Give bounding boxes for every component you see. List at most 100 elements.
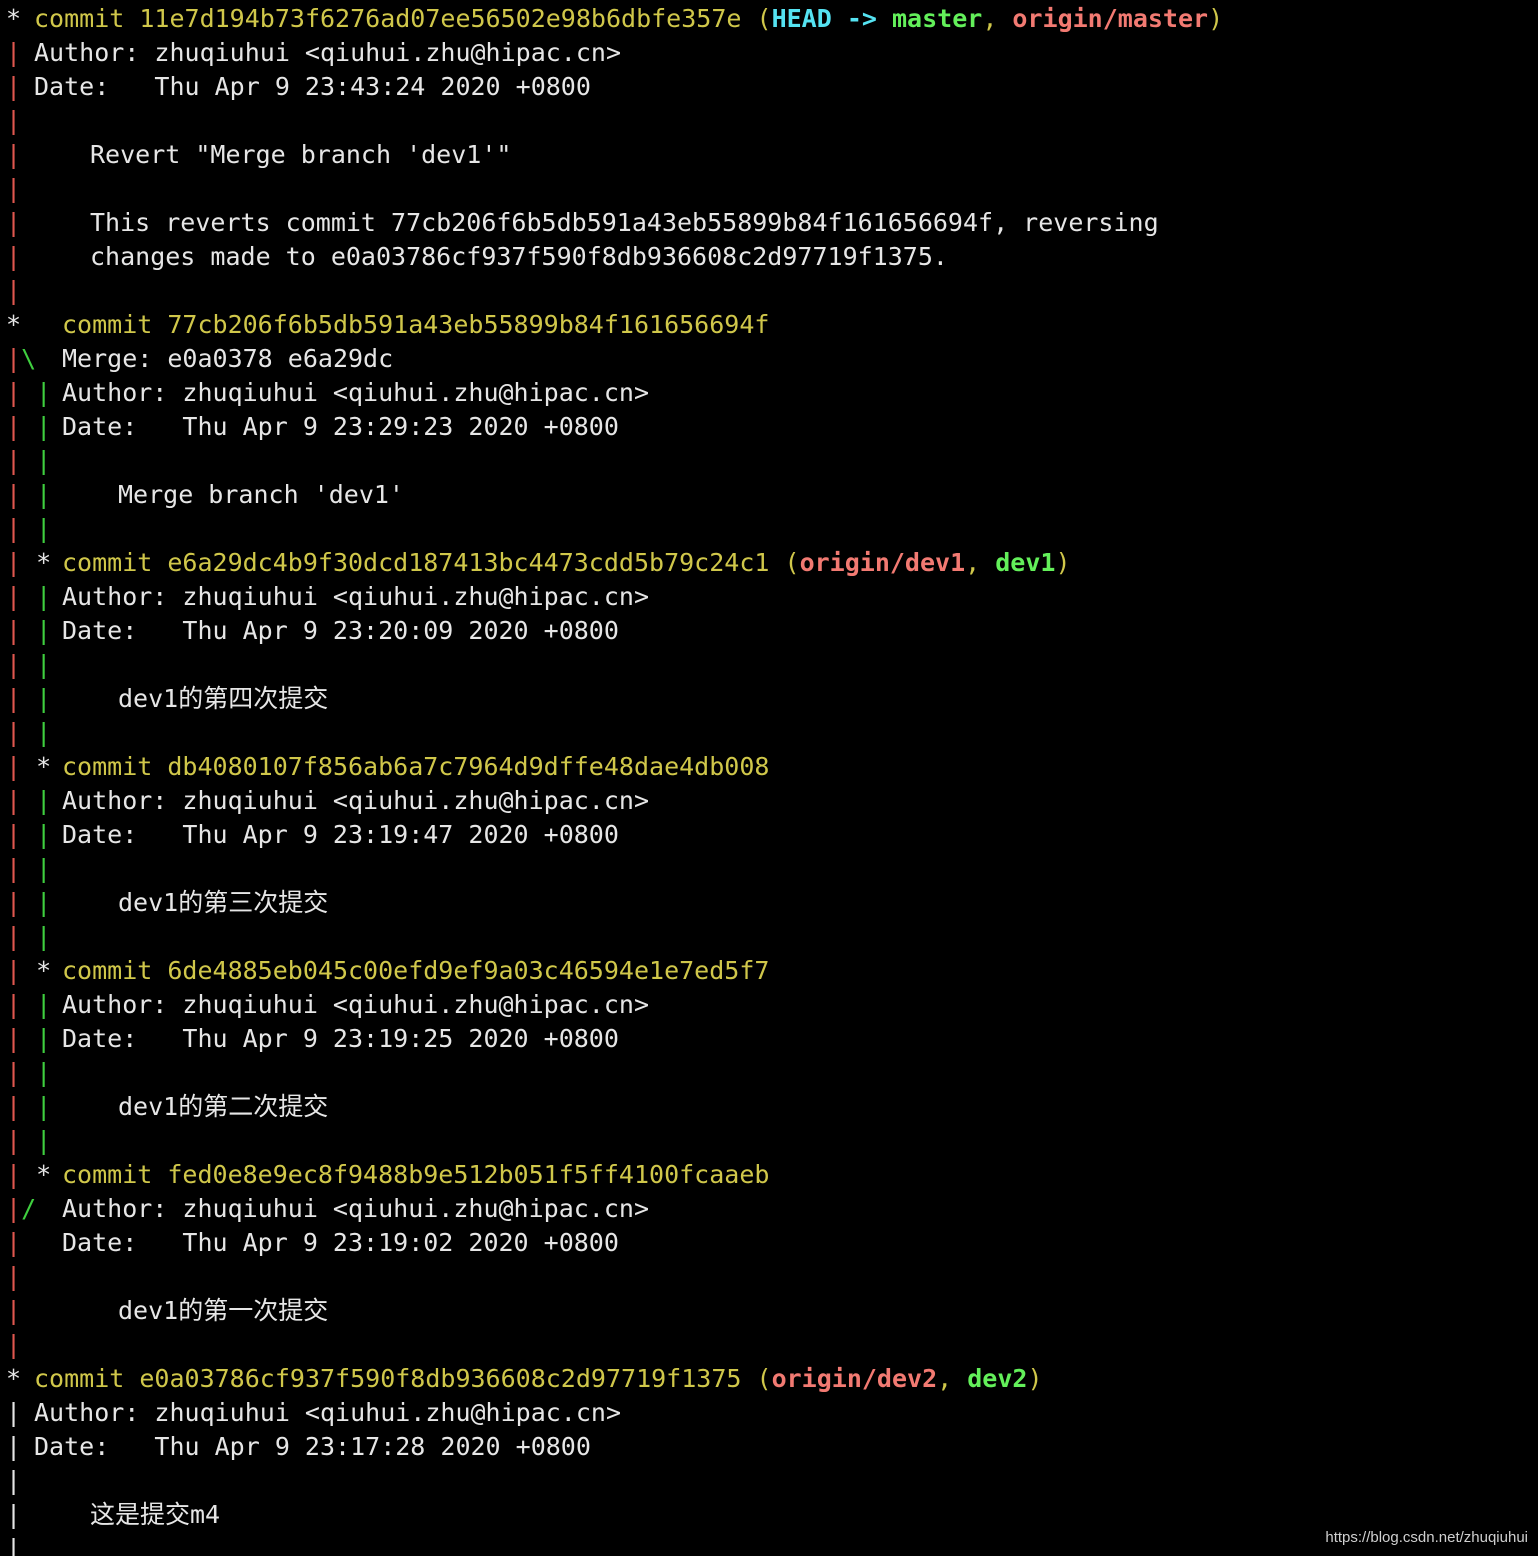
graph-edge: | <box>6 242 22 271</box>
graph-edges: | | <box>6 378 52 407</box>
commit-message: dev1的第三次提交 <box>118 888 329 917</box>
git-log-line: | | <box>6 1124 62 1158</box>
author-value: zhuqiuhui <qiuhui.zhu@hipac.cn> <box>182 990 650 1019</box>
git-log-line: | | Author: zhuqiuhui <qiuhui.zhu@hipac.c… <box>6 376 649 410</box>
graph-edges: | | <box>6 786 52 815</box>
date-label: Date: <box>62 1024 138 1053</box>
git-log-line: | | Author: zhuqiuhui <qiuhui.zhu@hipac.c… <box>6 988 649 1022</box>
git-log-line: | * commit 6de4885eb045c00efd9ef9a03c4659… <box>6 954 769 988</box>
git-log-line: * commit 77cb206f6b5db591a43eb55899b84f16… <box>6 308 769 342</box>
author-value: zhuqiuhui <qiuhui.zhu@hipac.cn> <box>154 1398 622 1427</box>
commit-keyword: commit <box>62 956 153 985</box>
commit-hash[interactable]: 77cb206f6b5db591a43eb55899b84f161656694f <box>167 310 769 339</box>
ref-separator: , <box>982 4 1013 33</box>
graph-node: * <box>6 310 22 339</box>
ref-separator: , <box>965 548 996 577</box>
git-log-line: | This reverts commit 77cb206f6b5db591a43… <box>6 206 1159 240</box>
graph-edge: | <box>6 1500 22 1529</box>
graph-edges: | | <box>6 888 52 917</box>
graph-edge: | <box>6 1262 22 1291</box>
date-label: Date: <box>62 412 138 441</box>
ref-paren: ) <box>1208 4 1224 33</box>
git-log-line: | <box>6 104 34 138</box>
git-log-line: | * commit e6a29dc4b9f30dcd187413bc4473cd… <box>6 546 1071 580</box>
git-log-line: | | Date: Thu Apr 9 23:20:09 2020 +0800 <box>6 614 619 648</box>
date-label: Date: <box>34 1432 110 1461</box>
merge-label: Merge: <box>62 344 153 373</box>
git-log-line: | Date: Thu Apr 9 23:19:02 2020 +0800 <box>6 1226 619 1260</box>
graph-node: * <box>6 4 22 33</box>
graph-edges: | | <box>6 854 52 883</box>
author-value: zhuqiuhui <qiuhui.zhu@hipac.cn> <box>182 786 650 815</box>
author-label: Author: <box>62 378 168 407</box>
git-log-line: | | <box>6 920 62 954</box>
git-log-line: | | Merge branch 'dev1' <box>6 478 404 512</box>
git-log-line: | <box>6 1328 62 1362</box>
graph-edges: | | <box>6 990 52 1019</box>
git-log-line: | Revert "Merge branch 'dev1'" <box>6 138 511 172</box>
ref-paren: ) <box>1027 1364 1043 1393</box>
author-value: zhuqiuhui <qiuhui.zhu@hipac.cn> <box>182 378 650 407</box>
graph-edges: | | <box>6 1092 52 1121</box>
git-log-line: | changes made to e0a03786cf937f590f8db93… <box>6 240 948 274</box>
commit-hash[interactable]: db4080107f856ab6a7c7964d9dffe48dae4db008 <box>167 752 769 781</box>
git-log-line: | | Author: zhuqiuhui <qiuhui.zhu@hipac.c… <box>6 784 649 818</box>
date-label: Date: <box>62 820 138 849</box>
git-log-line: | Date: Thu Apr 9 23:43:24 2020 +0800 <box>6 70 591 104</box>
commit-message: dev1的第一次提交 <box>118 1296 329 1325</box>
graph-node: | * <box>6 1160 52 1189</box>
commit-message: 这是提交m4 <box>90 1500 221 1529</box>
git-log-line: | | dev1的第二次提交 <box>6 1090 328 1124</box>
ref-paren: ( <box>756 1364 772 1393</box>
local-branch-ref: master <box>892 4 983 33</box>
graph-edge: | <box>6 1228 22 1257</box>
graph-edge: | <box>6 38 22 67</box>
graph-edges: | | <box>6 922 52 951</box>
git-log-line: | | <box>6 444 62 478</box>
git-log-line: | Author: zhuqiuhui <qiuhui.zhu@hipac.cn> <box>6 36 621 70</box>
date-value: Thu Apr 9 23:19:47 2020 +0800 <box>182 820 619 849</box>
graph-edges: | | <box>6 446 52 475</box>
graph-edges: | | <box>6 412 52 441</box>
author-value: zhuqiuhui <qiuhui.zhu@hipac.cn> <box>154 38 622 67</box>
remote-branch-ref: origin/dev1 <box>799 548 966 577</box>
graph-edges: | | <box>6 480 52 509</box>
git-log-line: | | <box>6 512 62 546</box>
git-log-line: | Author: zhuqiuhui <qiuhui.zhu@hipac.cn> <box>6 1396 621 1430</box>
terminal-window: * commit 11e7d194b73f6276ad07ee56502e98b6… <box>0 0 1538 1556</box>
commit-keyword: commit <box>34 4 125 33</box>
graph-edges: | | <box>6 582 52 611</box>
graph-edges: | | <box>6 616 52 645</box>
graph-edges: | | <box>6 1058 52 1087</box>
date-value: Thu Apr 9 23:19:02 2020 +0800 <box>182 1228 619 1257</box>
commit-hash[interactable]: e0a03786cf937f590f8db936608c2d97719f1375 <box>139 1364 741 1393</box>
graph-edge: | <box>6 1296 22 1325</box>
commit-keyword: commit <box>62 310 153 339</box>
git-log-line: | | dev1的第三次提交 <box>6 886 328 920</box>
commit-keyword: commit <box>34 1364 125 1393</box>
commit-keyword: commit <box>62 1160 153 1189</box>
git-log-line: * commit e0a03786cf937f590f8db936608c2d97… <box>6 1362 1043 1396</box>
ref-paren: ( <box>756 4 772 33</box>
graph-edge: | <box>6 276 22 305</box>
ref-arrow: -> <box>831 4 892 33</box>
commit-message: dev1的第四次提交 <box>118 684 329 713</box>
ref-paren: ) <box>1055 548 1071 577</box>
commit-hash[interactable]: 11e7d194b73f6276ad07ee56502e98b6dbfe357e <box>139 4 741 33</box>
commit-hash[interactable]: 6de4885eb045c00efd9ef9a03c46594e1e7ed5f7 <box>167 956 769 985</box>
graph-edge: | <box>6 140 22 169</box>
graph-node: | * <box>6 548 52 577</box>
ref-separator: , <box>937 1364 968 1393</box>
git-log-line: |\ Merge: e0a0378 e6a29dc <box>6 342 393 376</box>
commit-hash[interactable]: e6a29dc4b9f30dcd187413bc4473cdd5b79c24c1 <box>167 548 769 577</box>
git-log-line: | | <box>6 1056 62 1090</box>
date-value: Thu Apr 9 23:20:09 2020 +0800 <box>182 616 619 645</box>
date-value: Thu Apr 9 23:29:23 2020 +0800 <box>182 412 619 441</box>
git-log-line: | | Author: zhuqiuhui <qiuhui.zhu@hipac.c… <box>6 580 649 614</box>
ref-paren: ( <box>784 548 800 577</box>
graph-merge-close: |/ <box>6 1194 37 1223</box>
graph-edge: | <box>6 1432 22 1461</box>
graph-edge: | <box>6 106 22 135</box>
commit-hash[interactable]: fed0e8e9ec8f9488b9e512b051f5ff4100fcaaeb <box>167 1160 769 1189</box>
commit-message: This reverts commit 77cb206f6b5db591a43e… <box>90 208 1159 237</box>
